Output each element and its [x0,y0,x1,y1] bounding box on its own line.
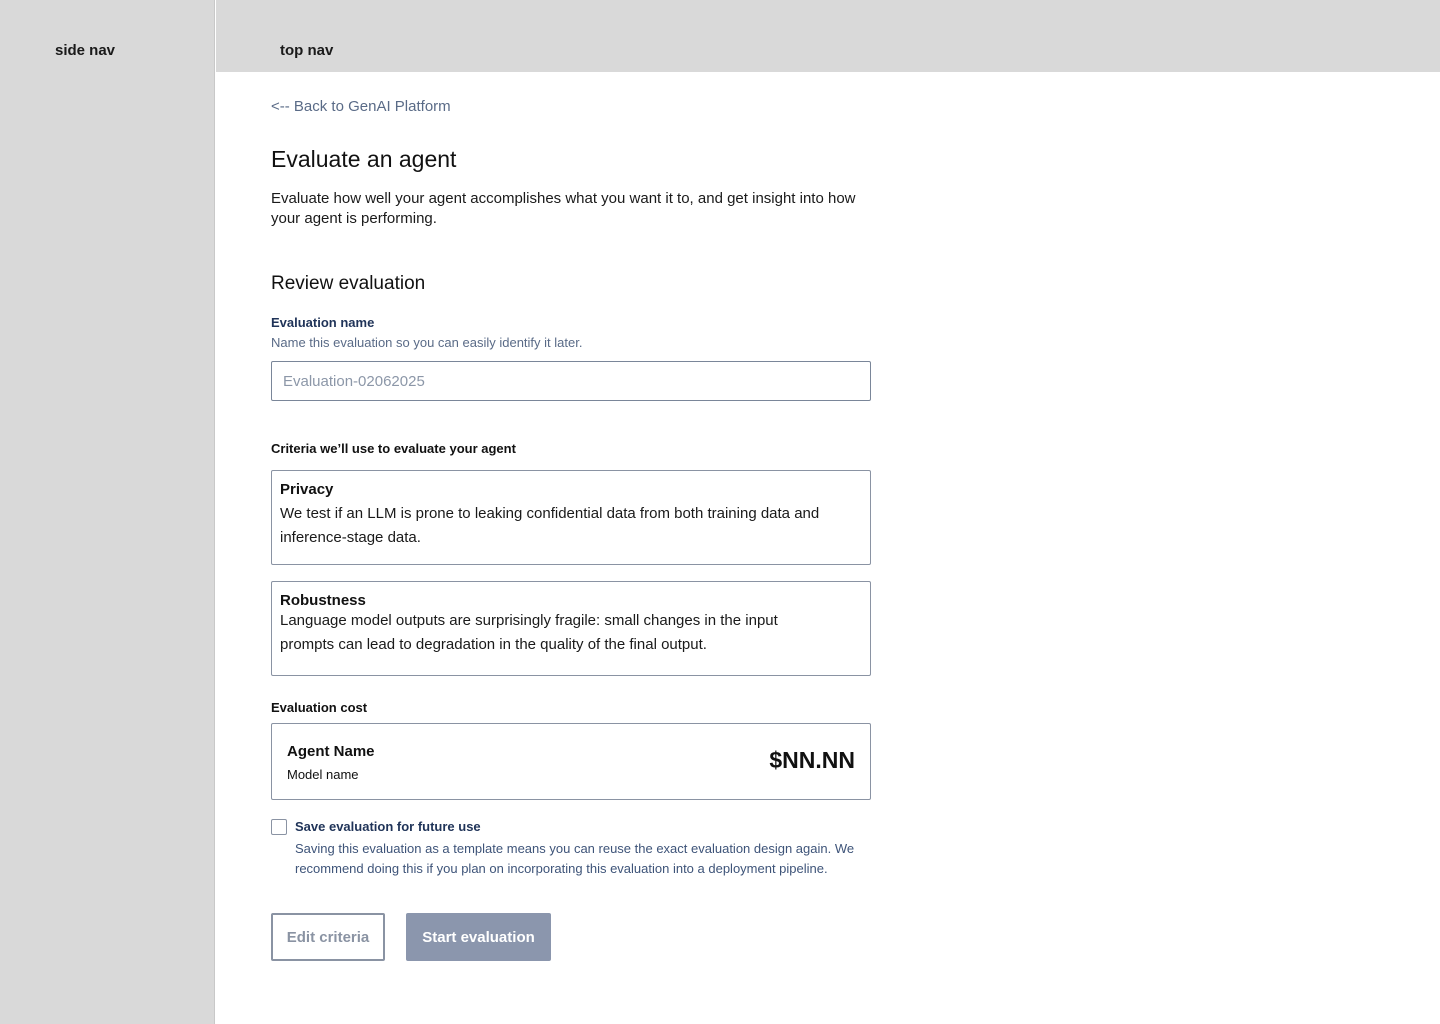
edit-criteria-button[interactable]: Edit criteria [271,913,385,961]
criteria-description: We test if an LLM is prone to leaking co… [280,505,820,546]
evaluation-name-label: Evaluation name [271,315,375,330]
save-template-help: Saving this evaluation as a template mea… [295,841,855,876]
top-nav: top nav [216,0,1440,72]
save-template-label[interactable]: Save evaluation for future use [295,819,481,834]
criteria-card-privacy: Privacy We test if an LLM is prone to le… [271,470,871,565]
top-nav-label: top nav [280,42,334,59]
criteria-description: Language model outputs are surprisingly … [280,612,778,653]
model-name: Model name [287,767,359,782]
page-title: Evaluate an agent [271,146,457,172]
section-title: Review evaluation [271,273,426,294]
save-template-checkbox[interactable] [271,819,287,835]
side-nav-label: side nav [55,42,116,59]
criteria-title: Robustness [280,592,366,609]
agent-name: Agent Name [287,743,375,760]
evaluation-cost-card: Agent Name Model name $NN.NN [271,723,871,800]
criteria-label: Criteria we’ll use to evaluate your agen… [271,441,516,456]
cost-amount: $NN.NN [769,747,855,773]
criteria-card-robustness: Robustness Language model outputs are su… [271,581,871,676]
back-link[interactable]: <-- Back to GenAI Platform [271,98,451,115]
evaluation-name-help: Name this evaluation so you can easily i… [271,335,583,350]
evaluation-name-input[interactable] [271,361,871,401]
side-nav: side nav [0,0,215,1024]
evaluation-cost-label: Evaluation cost [271,700,368,715]
page-description: Evaluate how well your agent accomplishe… [271,190,856,227]
criteria-title: Privacy [280,481,334,498]
start-evaluation-button[interactable]: Start evaluation [406,913,551,961]
